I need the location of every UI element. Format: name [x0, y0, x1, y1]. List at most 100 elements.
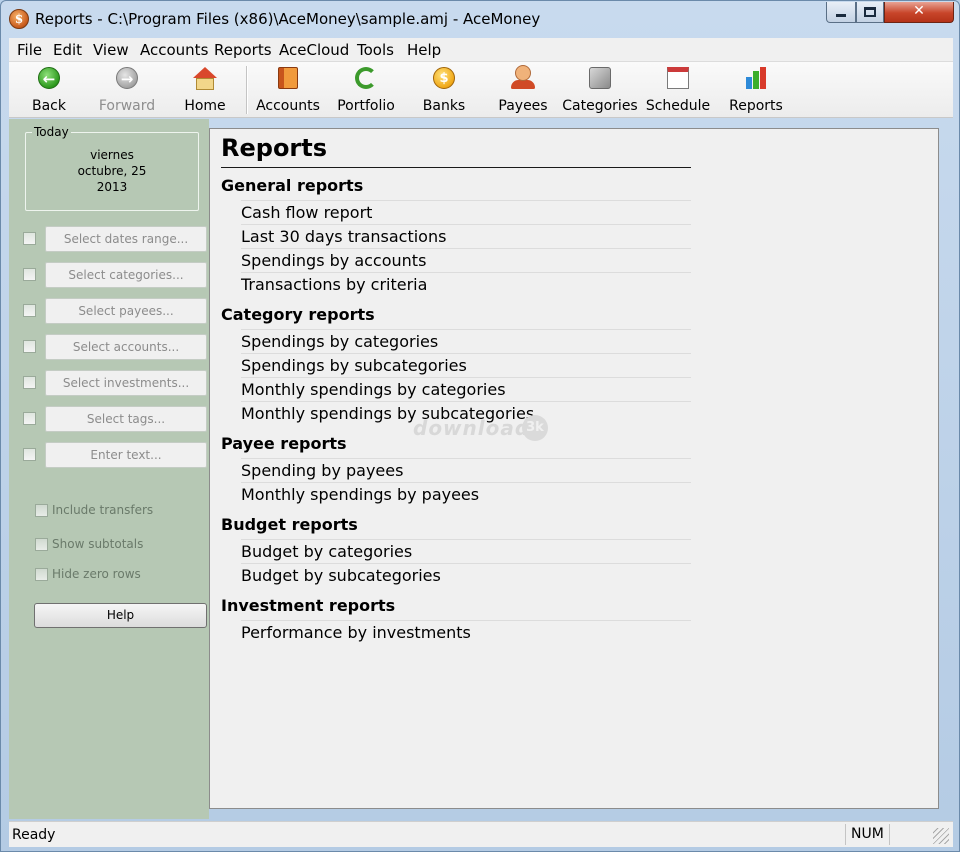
- title-bar[interactable]: $ Reports - C:\Program Files (x86)\AceMo…: [1, 1, 959, 37]
- section-investment-reports: Investment reports: [221, 596, 396, 615]
- filter-row-text: Enter text...: [23, 442, 207, 468]
- toolbar: ← Back → Forward Home Accounts Portfolio…: [9, 62, 953, 118]
- window-title: Reports - C:\Program Files (x86)\AceMone…: [35, 10, 541, 28]
- filter-sidebar: Today viernes octubre, 25 2013 Select da…: [9, 119, 209, 819]
- acemoney-logo-icon[interactable]: $: [9, 9, 29, 29]
- report-monthly-by-payees[interactable]: Monthly spendings by payees: [241, 482, 691, 506]
- back-arrow-icon: ←: [38, 67, 60, 89]
- menu-bar: File Edit View Accounts Reports AceCloud…: [9, 38, 953, 62]
- app-window: $ Reports - C:\Program Files (x86)\AceMo…: [0, 0, 960, 852]
- reports-button[interactable]: Reports: [716, 64, 796, 116]
- filter-row-investments: Select investments...: [23, 370, 207, 396]
- title-divider: [221, 167, 691, 168]
- section-payee-reports: Payee reports: [221, 434, 347, 453]
- select-accounts-button[interactable]: Select accounts...: [45, 334, 207, 360]
- show-subtotals-label: Show subtotals: [52, 537, 144, 551]
- menu-file[interactable]: File: [17, 41, 42, 59]
- back-label: Back: [32, 98, 66, 114]
- report-budget-by-subcategories[interactable]: Budget by subcategories: [241, 563, 691, 587]
- filter-row-categories: Select categories...: [23, 262, 207, 288]
- home-icon: [193, 67, 217, 91]
- filter-row-payees: Select payees...: [23, 298, 207, 324]
- tags-checkbox[interactable]: [23, 412, 36, 425]
- hide-zero-rows-label: Hide zero rows: [52, 567, 141, 581]
- categories-boxes-icon: [589, 67, 611, 89]
- portfolio-button[interactable]: Portfolio: [326, 64, 406, 116]
- show-subtotals-checkbox[interactable]: [35, 538, 48, 551]
- forward-label: Forward: [98, 98, 156, 114]
- person-icon: [511, 65, 535, 91]
- filter-row-tags: Select tags...: [23, 406, 207, 432]
- schedule-button[interactable]: Schedule: [638, 64, 718, 116]
- schedule-label: Schedule: [645, 98, 711, 114]
- calendar-clock-icon: [667, 67, 689, 89]
- accounts-checkbox[interactable]: [23, 340, 36, 353]
- accounts-button[interactable]: Accounts: [248, 64, 328, 116]
- menu-help[interactable]: Help: [407, 41, 441, 59]
- option-hide-zero-rows[interactable]: Hide zero rows: [35, 567, 205, 583]
- close-icon: ✕: [913, 3, 925, 19]
- resize-grip-icon[interactable]: [933, 828, 949, 844]
- dollar-coin-icon: $: [433, 67, 455, 89]
- forward-arrow-icon: →: [116, 67, 138, 89]
- watermark-badge: 3k: [522, 415, 548, 441]
- status-text: Ready: [12, 827, 56, 843]
- today-year: 2013: [96, 180, 128, 194]
- select-investments-button[interactable]: Select investments...: [45, 370, 207, 396]
- select-dates-button[interactable]: Select dates range...: [45, 226, 207, 252]
- section-general-reports: General reports: [221, 176, 364, 195]
- forward-button[interactable]: → Forward: [87, 64, 167, 116]
- report-last-30-days[interactable]: Last 30 days transactions: [241, 224, 691, 248]
- option-show-subtotals[interactable]: Show subtotals: [35, 537, 205, 553]
- menu-reports[interactable]: Reports: [214, 41, 272, 59]
- today-label: Today: [32, 125, 71, 139]
- accounts-label: Accounts: [256, 98, 320, 114]
- num-lock-indicator: NUM: [845, 824, 889, 845]
- section-budget-reports: Budget reports: [221, 515, 358, 534]
- option-include-transfers[interactable]: Include transfers: [35, 503, 205, 519]
- report-performance-by-investments[interactable]: Performance by investments: [241, 620, 691, 644]
- report-monthly-by-categories[interactable]: Monthly spendings by categories: [241, 377, 691, 401]
- hide-zero-rows-checkbox[interactable]: [35, 568, 48, 581]
- categories-checkbox[interactable]: [23, 268, 36, 281]
- text-checkbox[interactable]: [23, 448, 36, 461]
- select-categories-button[interactable]: Select categories...: [45, 262, 207, 288]
- page-title: Reports: [221, 134, 328, 162]
- include-transfers-checkbox[interactable]: [35, 504, 48, 517]
- menu-accounts[interactable]: Accounts: [140, 41, 208, 59]
- report-cash-flow[interactable]: Cash flow report: [241, 200, 691, 224]
- payees-checkbox[interactable]: [23, 304, 36, 317]
- maximize-button[interactable]: [856, 2, 884, 23]
- today-date: viernes octubre, 25 2013: [26, 147, 198, 195]
- report-spendings-by-accounts[interactable]: Spendings by accounts: [241, 248, 691, 272]
- banks-button[interactable]: $ Banks: [404, 64, 484, 116]
- enter-text-button[interactable]: Enter text...: [45, 442, 207, 468]
- select-tags-button[interactable]: Select tags...: [45, 406, 207, 432]
- menu-acecloud[interactable]: AceCloud: [279, 41, 349, 59]
- filter-row-accounts: Select accounts...: [23, 334, 207, 360]
- maximize-icon: [864, 7, 876, 17]
- today-month-day: octubre, 25: [77, 164, 147, 178]
- minimize-button[interactable]: [826, 2, 856, 23]
- payees-button[interactable]: Payees: [483, 64, 563, 116]
- menu-view[interactable]: View: [93, 41, 129, 59]
- report-spendings-by-subcategories[interactable]: Spendings by subcategories: [241, 353, 691, 377]
- investments-checkbox[interactable]: [23, 376, 36, 389]
- report-budget-by-categories[interactable]: Budget by categories: [241, 539, 691, 563]
- report-spendings-by-categories[interactable]: Spendings by categories: [241, 329, 691, 353]
- categories-button[interactable]: Categories: [560, 64, 640, 116]
- report-spending-by-payees[interactable]: Spending by payees: [241, 458, 691, 482]
- help-button[interactable]: Help: [34, 603, 207, 628]
- include-transfers-label: Include transfers: [52, 503, 154, 517]
- dates-checkbox[interactable]: [23, 232, 36, 245]
- today-weekday: viernes: [90, 148, 134, 162]
- back-button[interactable]: ← Back: [9, 64, 89, 116]
- minimize-icon: [836, 14, 846, 17]
- report-transactions-by-criteria[interactable]: Transactions by criteria: [241, 272, 691, 296]
- select-payees-button[interactable]: Select payees...: [45, 298, 207, 324]
- menu-edit[interactable]: Edit: [53, 41, 82, 59]
- close-button[interactable]: ✕: [884, 2, 954, 23]
- payees-label: Payees: [498, 98, 548, 114]
- menu-tools[interactable]: Tools: [357, 41, 394, 59]
- home-button[interactable]: Home: [165, 64, 245, 116]
